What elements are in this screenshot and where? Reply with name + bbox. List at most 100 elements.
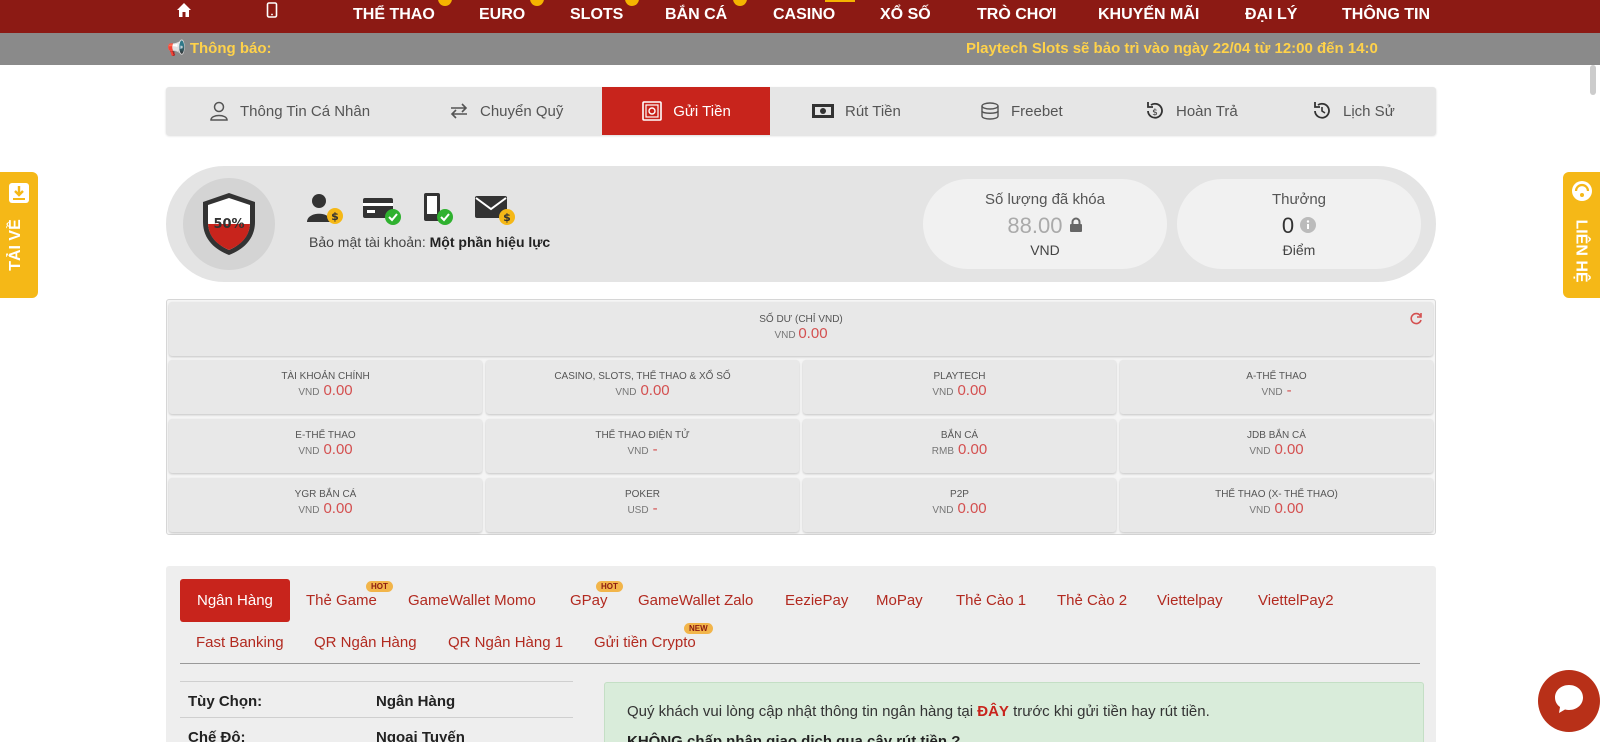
- transfer-icon: [448, 101, 470, 121]
- balance-cell: A-THỂ THAO VND -: [1120, 360, 1433, 414]
- tab-transfer[interactable]: Chuyển Quỹ: [448, 87, 563, 135]
- security-percent: 50%: [213, 217, 244, 232]
- methods-divider: [180, 663, 1420, 664]
- method-eeziepay[interactable]: EeziePay: [785, 592, 848, 609]
- locked-amount-pill: Số lượng đã khóa 88.00 VND: [923, 179, 1167, 269]
- nav-item-promotions[interactable]: KHUYẾN MÃI: [1098, 0, 1199, 30]
- home-icon[interactable]: [176, 2, 192, 24]
- bonus-pill: Thưởng 0 Điểm: [1177, 179, 1421, 269]
- nav-item-fishing[interactable]: BẮN CÁ: [665, 0, 727, 30]
- nav-item-slots[interactable]: SLOTS: [570, 0, 623, 30]
- tab-personal-info[interactable]: Thông Tin Cá Nhân: [208, 87, 370, 135]
- svg-text:$: $: [1152, 108, 1158, 118]
- contact-side-tab[interactable]: LIÊN HỆ: [1563, 172, 1600, 298]
- balance-cell: YGR BẮN CÁ VND 0.00: [169, 478, 482, 532]
- mobile-icon[interactable]: [266, 2, 278, 24]
- download-label: TẢI VỀ: [6, 219, 24, 271]
- history-icon: [1311, 100, 1333, 122]
- method-crypto[interactable]: Gửi tiền Crypto NEW: [594, 623, 713, 651]
- nav-badge-dot: [530, 0, 544, 6]
- tab-history[interactable]: Lịch Sử: [1311, 87, 1395, 135]
- nav-item-agency[interactable]: ĐẠI LÝ: [1245, 0, 1297, 30]
- scrollbar-thumb[interactable]: [1590, 65, 1596, 95]
- nav-badge-dot: [438, 0, 452, 6]
- security-panel: 50% $ $ Bảo mật tài khoản: Một phần hiệu…: [166, 166, 1436, 282]
- tab-withdraw[interactable]: Rút Tiền: [811, 87, 901, 135]
- balance-total: SỐ DƯ (CHỈ VND) VND 0.00: [169, 302, 1433, 356]
- update-bank-link[interactable]: ĐÂY: [977, 703, 1009, 720]
- balance-cell: TÀI KHOẢN CHÍNH VND 0.00: [169, 360, 482, 414]
- info-icon[interactable]: [1300, 213, 1317, 238]
- option-value: Ngân Hàng: [376, 693, 456, 710]
- hot-badge: HOT: [366, 581, 393, 592]
- method-game-card[interactable]: Thẻ Game HOT: [306, 581, 393, 609]
- nav-badge-flag: [825, 0, 855, 2]
- balance-cell: JDB BẮN CÁ VND 0.00: [1120, 419, 1433, 473]
- cash-icon: [811, 102, 835, 120]
- contact-label: LIÊN HỆ: [1572, 219, 1590, 283]
- mode-value: Ngoại Tuyến: [376, 729, 465, 742]
- balance-cell: THỂ THAO ĐIỆN TỬ VND -: [486, 419, 799, 473]
- balance-cell: POKER USD -: [486, 478, 799, 532]
- nav-item-euro[interactable]: EURO: [479, 0, 525, 30]
- balance-cell: PLAYTECH VND 0.00: [803, 360, 1116, 414]
- option-label: Tùy Chọn:: [188, 693, 263, 710]
- tab-refund[interactable]: $ Hoàn Trả: [1144, 87, 1238, 135]
- new-badge: NEW: [684, 623, 713, 634]
- bank-card-verified-icon: [362, 192, 401, 225]
- user-verify-icon: $: [306, 192, 343, 224]
- notice-message: Playtech Slots sẽ bảo trì vào ngày 22/04…: [966, 40, 1378, 57]
- nav-item-info[interactable]: THÔNG TIN: [1342, 0, 1430, 30]
- method-fast-banking[interactable]: Fast Banking: [196, 634, 284, 651]
- method-qr-bank-1[interactable]: QR Ngân Hàng 1: [448, 634, 563, 651]
- balance-total-value: 0.00: [798, 325, 828, 342]
- phone-verified-icon: [418, 192, 454, 225]
- nav-badge-dot: [733, 0, 747, 6]
- method-zalo[interactable]: GameWallet Zalo: [638, 592, 753, 609]
- method-viettelpay2[interactable]: ViettelPay2: [1258, 592, 1334, 609]
- svg-text:$: $: [331, 210, 339, 223]
- download-side-tab[interactable]: TẢI VỀ: [0, 172, 38, 298]
- nav-item-sports[interactable]: THỂ THAO: [353, 0, 435, 30]
- notice-label: 📢 Thông báo:: [167, 40, 272, 57]
- balance-cell: E-THỂ THAO VND 0.00: [169, 419, 482, 473]
- security-icons: $ $: [306, 192, 515, 225]
- balance-cell: THỂ THAO (X- THỂ THAO) VND 0.00: [1120, 478, 1433, 532]
- method-bank[interactable]: Ngân Hàng: [180, 579, 290, 622]
- tab-deposit[interactable]: Gửi Tiền: [602, 87, 770, 135]
- download-icon: [8, 182, 30, 209]
- mode-label: Chế Độ:: [188, 729, 246, 742]
- method-scratch-card-1[interactable]: Thẻ Cào 1: [956, 592, 1026, 609]
- user-icon: [208, 100, 230, 122]
- chat-bubble-icon: [1570, 180, 1594, 209]
- live-chat-button[interactable]: [1538, 670, 1600, 732]
- nav-badge-dot: [625, 0, 639, 6]
- method-gpay[interactable]: GPay HOT: [570, 581, 623, 609]
- hot-badge: HOT: [596, 581, 623, 592]
- nav-item-lottery[interactable]: XỔ SỐ: [880, 0, 931, 30]
- security-shield: 50%: [183, 178, 275, 270]
- email-verify-icon: $: [474, 192, 515, 225]
- deposit-methods: Ngân Hàng Thẻ Game HOT GameWallet Momo GP…: [166, 566, 1436, 742]
- balance-cell: BẮN CÁ RMB 0.00: [803, 419, 1116, 473]
- shield-icon: 50%: [203, 193, 255, 255]
- notice-bar: 📢 Thông báo: Playtech Slots sẽ bảo trì v…: [0, 33, 1600, 65]
- lock-icon: [1069, 213, 1083, 238]
- nav-item-casino[interactable]: CASINO: [773, 0, 835, 30]
- method-viettelpay[interactable]: Viettelpay: [1157, 592, 1223, 609]
- method-momo[interactable]: GameWallet Momo: [408, 592, 536, 609]
- bonus-value: 0: [1281, 213, 1295, 238]
- method-qr-bank[interactable]: QR Ngân Hàng: [314, 634, 417, 651]
- method-mopay[interactable]: MoPay: [876, 592, 923, 609]
- chat-icon: [1552, 682, 1586, 721]
- divider: [180, 681, 573, 682]
- atm-warning: KHÔNG chấp nhận giao dịch qua cây rút ti…: [627, 733, 961, 742]
- balance-cell: P2P VND 0.00: [803, 478, 1116, 532]
- method-scratch-card-2[interactable]: Thẻ Cào 2: [1057, 592, 1127, 609]
- safe-icon: [641, 100, 663, 122]
- locked-amount-value: 88.00: [1007, 213, 1063, 238]
- tab-freebet[interactable]: Freebet: [979, 87, 1063, 135]
- balance-grid: SỐ DƯ (CHỈ VND) VND 0.00 TÀI KHOẢN CHÍNH…: [166, 299, 1436, 535]
- nav-item-games[interactable]: TRÒ CHƠI: [977, 0, 1056, 30]
- refresh-icon[interactable]: [1409, 312, 1423, 331]
